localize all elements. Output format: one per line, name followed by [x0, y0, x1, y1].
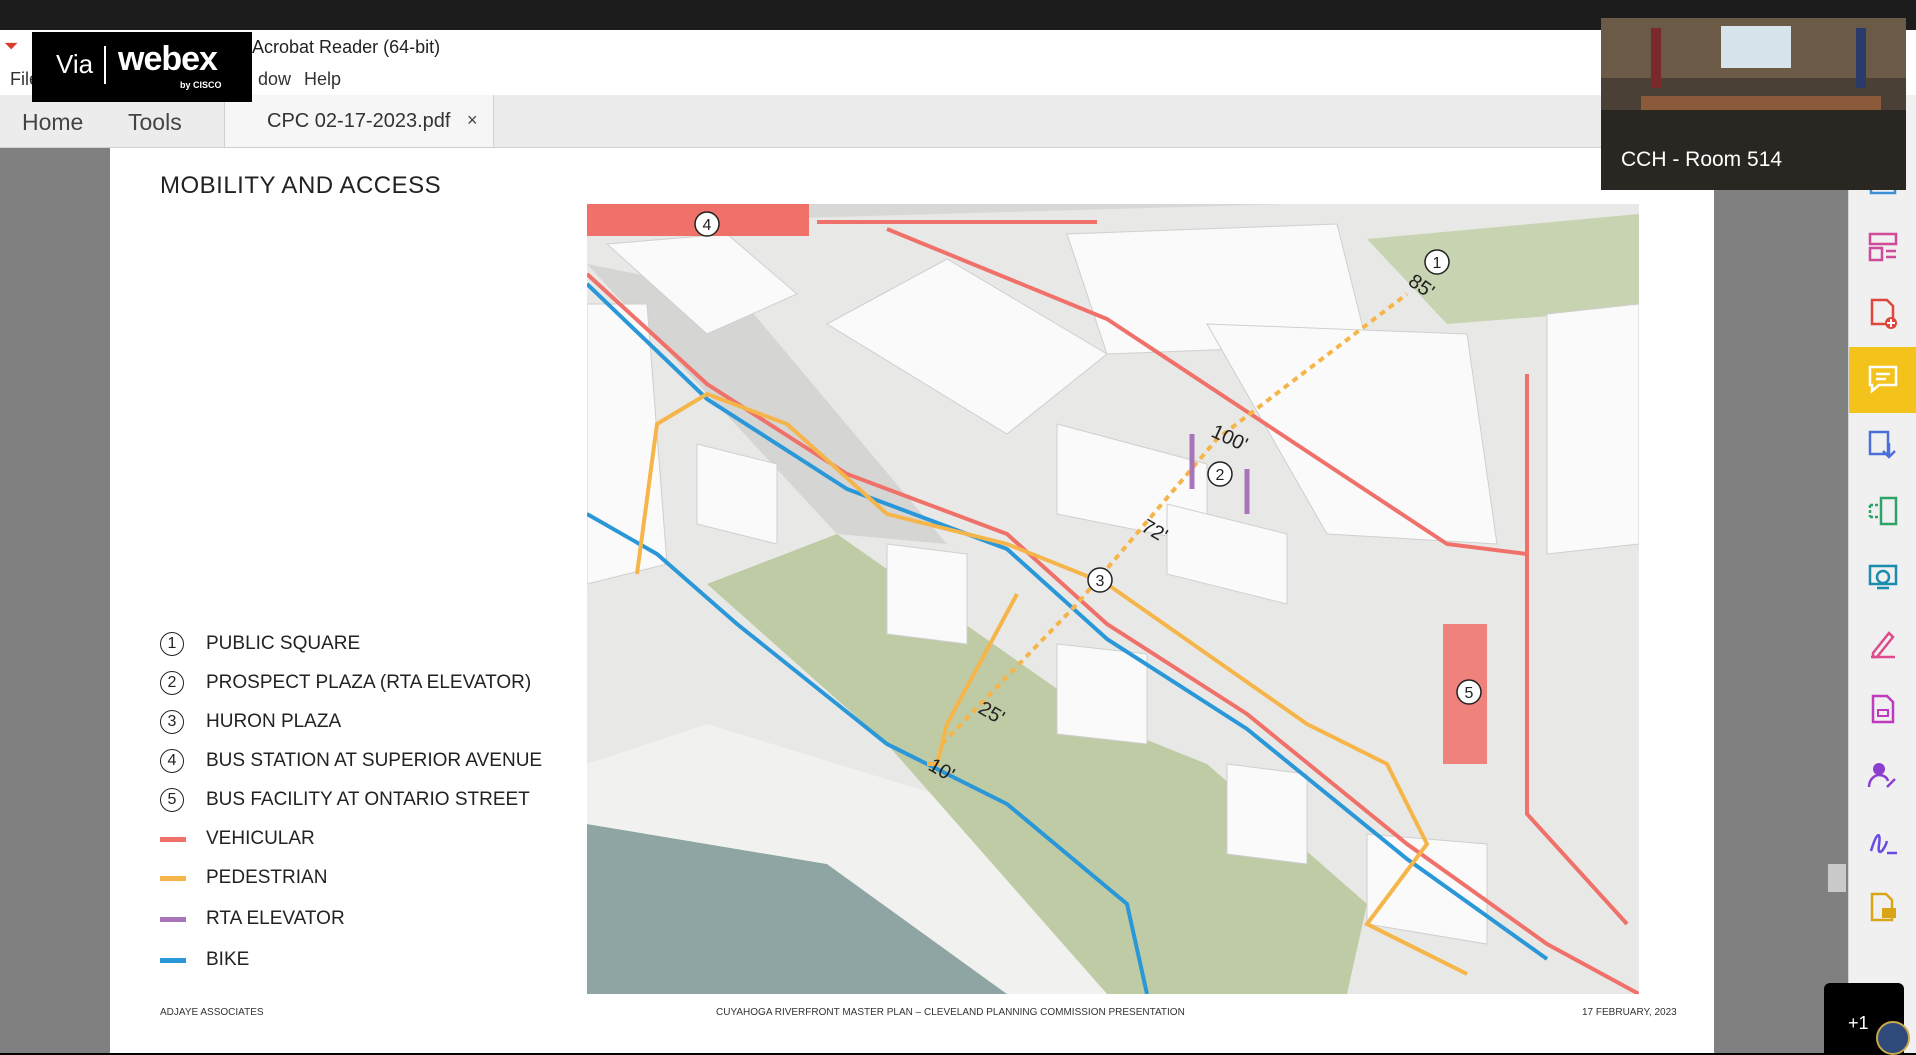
building [1546, 303, 1639, 555]
legend-item: 1 PUBLIC SQUARE [160, 632, 560, 660]
create-pdf-button[interactable] [1849, 281, 1916, 347]
legend-line-item: VEHICULAR [160, 827, 560, 855]
svg-text:4: 4 [703, 217, 712, 234]
video-tile-label: CCH - Room 514 [1621, 148, 1783, 171]
svg-text:1: 1 [1433, 255, 1442, 272]
building [1056, 643, 1148, 745]
create-pdf-icon [1870, 298, 1897, 329]
legend-label: BUS FACILITY AT ONTARIO STREET [206, 789, 530, 810]
footer-left: ADJAYE ASSOCIATES [160, 1007, 264, 1018]
marker-3: 3 [1087, 567, 1113, 593]
legend-number: 5 [160, 788, 184, 812]
building [886, 543, 968, 645]
legend-label: RTA ELEVATOR [206, 908, 345, 929]
svg-text:3: 3 [1096, 573, 1105, 590]
sign-button[interactable] [1849, 809, 1916, 875]
sign-icon [1869, 834, 1897, 855]
legend-label: BIKE [206, 949, 250, 970]
compress-pdf-button[interactable] [1849, 479, 1916, 545]
legend-item: 5 BUS FACILITY AT ONTARIO STREET [160, 788, 560, 816]
participants-count: +1 [1848, 1013, 1869, 1033]
protect-icon [1868, 564, 1898, 590]
legend-label: PEDESTRIAN [206, 867, 328, 888]
webex-separator [104, 46, 106, 84]
tools-panel [1848, 95, 1916, 1053]
webex-via-label: Via [56, 49, 94, 79]
fill-sign-button[interactable] [1849, 611, 1916, 677]
legend-line-item: RTA ELEVATOR [160, 907, 560, 935]
tab-document[interactable]: CPC 02-17-2023.pdf × [224, 95, 494, 147]
tab-document-label: CPC 02-17-2023.pdf [267, 110, 451, 132]
cisco-label: by CISCO [180, 80, 222, 90]
organize-pages-button[interactable] [1849, 215, 1916, 281]
svg-text:5: 5 [1465, 685, 1474, 702]
legend-label: PUBLIC SQUARE [206, 633, 361, 654]
marker-4: 4 [694, 211, 720, 237]
protect-button[interactable] [1849, 545, 1916, 611]
legend-line-item: BIKE [160, 948, 560, 976]
video-tile[interactable]: CCH - Room 514 [1601, 18, 1906, 190]
menu-help[interactable]: Help [304, 69, 341, 90]
scan-ocr-button[interactable] [1849, 413, 1916, 479]
svg-text:2: 2 [1216, 467, 1225, 484]
bike-line-swatch [160, 958, 186, 963]
rta-elevator-line-swatch [160, 917, 186, 922]
site-plan-map: 4 1 2 3 5 85' 100' 72' 25' 10' [587, 204, 1639, 994]
request-signature-button[interactable] [1849, 743, 1916, 809]
marker-2: 2 [1207, 461, 1233, 487]
city-seal-icon [1876, 1021, 1910, 1055]
comment-button[interactable] [1849, 347, 1916, 413]
legend-item: 4 BUS STATION AT SUPERIOR AVENUE [160, 749, 560, 777]
request-signature-icon [1867, 763, 1896, 788]
compress-pdf-icon [1868, 496, 1898, 526]
tab-tools[interactable]: Tools [128, 109, 182, 136]
organize-pages-icon [1868, 232, 1898, 262]
edit-pdf-icon [1871, 694, 1895, 724]
vertical-scrollbar[interactable] [1826, 148, 1848, 1053]
tab-home[interactable]: Home [22, 109, 83, 136]
acrobat-icon: ⏷ [4, 36, 19, 56]
edit-pdf-button[interactable] [1849, 677, 1916, 743]
comment-icon [1868, 365, 1898, 394]
menu-window[interactable]: dow [258, 69, 291, 90]
footer-center: CUYAHOGA RIVERFRONT MASTER PLAN – CLEVEL… [716, 1007, 1185, 1018]
legend-number: 3 [160, 710, 184, 734]
scrollbar-thumb[interactable] [1828, 864, 1846, 892]
legend-number: 2 [160, 671, 184, 695]
page-title: MOBILITY AND ACCESS [160, 172, 442, 199]
legend-label: BUS STATION AT SUPERIOR AVENUE [206, 750, 543, 771]
legend-line-item: PEDESTRIAN [160, 866, 560, 894]
pedestrian-line-swatch [160, 876, 186, 881]
fill-sign-icon [1871, 631, 1895, 659]
marker-5: 5 [1456, 679, 1482, 705]
footer-right: 17 FEBRUARY, 2023 [1582, 1007, 1677, 1018]
legend-number: 1 [160, 632, 184, 656]
scan-ocr-icon [1868, 430, 1896, 459]
legend-label: HURON PLAZA [206, 711, 342, 732]
webex-overlay: Via webex by CISCO [32, 32, 252, 102]
legend-item: 3 HURON PLAZA [160, 710, 560, 738]
legend-number: 4 [160, 749, 184, 773]
legend-label: PROSPECT PLAZA (RTA ELEVATOR) [206, 672, 532, 693]
vehicular-line-swatch [160, 837, 186, 842]
close-icon[interactable]: × [467, 110, 478, 131]
legend-item: 2 PROSPECT PLAZA (RTA ELEVATOR) [160, 671, 560, 699]
building [1226, 763, 1308, 865]
legend-label: VEHICULAR [206, 828, 315, 849]
window-title: e Acrobat Reader (64-bit) [238, 37, 441, 57]
participants-badge[interactable]: +1 [1824, 983, 1910, 1055]
marker-1: 1 [1424, 249, 1450, 275]
stamp-note-button[interactable] [1849, 875, 1916, 941]
webex-logo: webex [118, 40, 218, 78]
stamp-note-icon [1870, 892, 1896, 922]
